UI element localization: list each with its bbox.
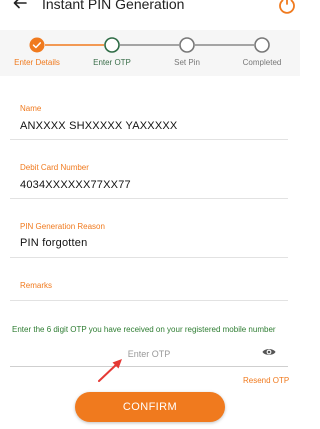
resend-otp-link[interactable]: Resend OTP	[243, 376, 289, 386]
otp-input[interactable]	[10, 343, 288, 365]
remarks-label: Remarks	[20, 281, 53, 290]
pin-reason-field[interactable]: PIN Generation Reason PIN forgotten	[10, 222, 288, 258]
remarks-field[interactable]: Remarks	[10, 281, 288, 301]
pin-reason-label: PIN Generation Reason	[20, 222, 105, 231]
step-label-completed: Completed	[242, 58, 282, 67]
pin-reason-value: PIN forgotten	[20, 237, 88, 249]
otp-underline	[10, 366, 288, 367]
red-arrow-annotation-icon	[98, 359, 122, 382]
step-2-current-icon	[104, 37, 120, 53]
otp-instruction: Enter the 6 digit OTP you have received …	[12, 325, 276, 334]
power-icon[interactable]	[276, 0, 298, 16]
step-1-done-icon	[29, 37, 45, 53]
name-value: ANXXXX SHXXXXX YAXXXXX	[20, 120, 178, 132]
eye-icon[interactable]	[262, 347, 276, 357]
step-label-enter-otp: Enter OTP	[93, 58, 131, 67]
divider	[10, 257, 288, 258]
divider	[10, 139, 288, 140]
confirm-button[interactable]: CONFIRM	[75, 392, 225, 422]
step-label-enter-details: Enter Details	[14, 58, 60, 67]
name-label: Name	[20, 104, 42, 113]
debit-card-label: Debit Card Number	[20, 163, 89, 172]
otp-field[interactable]	[10, 343, 288, 367]
step-3-pending-icon	[179, 37, 195, 53]
name-field: Name ANXXXX SHXXXXX YAXXXXX	[10, 104, 288, 140]
remarks-underline	[10, 300, 288, 301]
debit-card-field: Debit Card Number 4034XXXXXX77XX77	[10, 163, 288, 199]
back-arrow-icon[interactable]	[13, 0, 27, 10]
debit-card-value: 4034XXXXXX77XX77	[20, 179, 131, 191]
step-label-set-pin: Set Pin	[174, 58, 200, 67]
progress-stepper: Enter Details Enter OTP Set Pin Complete…	[0, 30, 300, 76]
page-title: Instant PIN Generation	[42, 0, 185, 12]
divider	[10, 198, 288, 199]
step-4-pending-icon	[254, 37, 270, 53]
app-header: Instant PIN Generation	[0, 0, 300, 14]
